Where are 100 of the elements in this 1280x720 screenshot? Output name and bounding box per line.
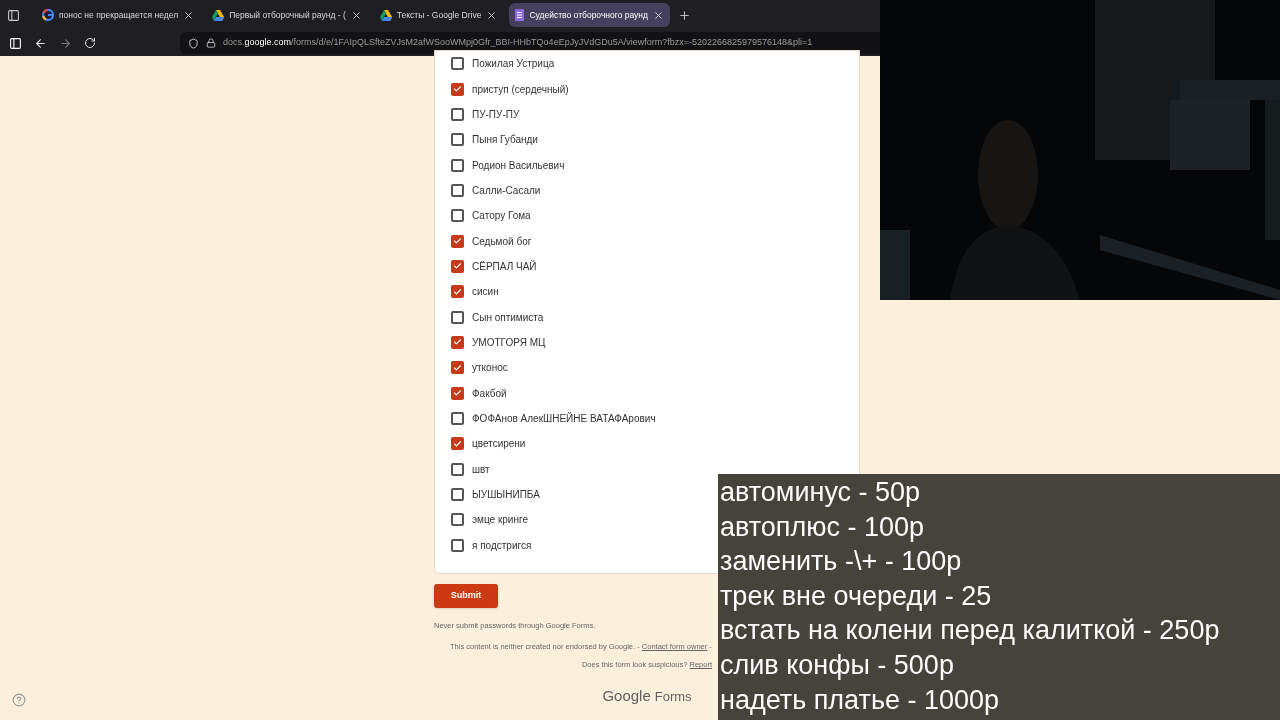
sidebar-icon[interactable]	[9, 36, 22, 50]
browser-tab[interactable]: Тексты - Google Drive	[373, 3, 504, 27]
price-item: автоминус - 50р	[720, 476, 922, 509]
checkbox-option[interactable]: ФОФАнов АлекШНЕЙНЕ ВАТАФАрович	[451, 405, 656, 432]
tab-title: Первый отборочный раунд - (	[229, 8, 346, 22]
checkbox[interactable]	[451, 285, 464, 299]
shield-icon[interactable]	[188, 37, 199, 49]
checkbox[interactable]	[451, 538, 464, 552]
option-label: Сатору Гома	[472, 209, 531, 224]
google-forms-logo: Google Forms	[602, 685, 692, 706]
option-label: утконос	[472, 361, 508, 376]
browser-tab[interactable]: Первый отборочный раунд - (	[206, 3, 368, 27]
checkbox-option[interactable]: утконос	[451, 355, 508, 381]
checkbox[interactable]	[451, 335, 464, 349]
checkbox[interactable]	[451, 158, 464, 172]
checkbox-option[interactable]: Сатору Гома	[451, 203, 531, 229]
tab-title: Судейство отборочного раунд	[529, 8, 649, 22]
option-label: Сын оптимиста	[472, 310, 544, 325]
checkbox[interactable]	[451, 259, 464, 273]
option-label: сисин	[472, 285, 499, 300]
checkbox[interactable]	[451, 183, 464, 197]
checkbox-option[interactable]: эмце кринге	[451, 507, 528, 533]
checkbox-option[interactable]: Салли-Сасали	[451, 177, 541, 204]
lock-icon[interactable]	[206, 38, 216, 48]
checkbox[interactable]	[451, 361, 464, 375]
checkbox-option[interactable]: УМОТГОРЯ МЦ	[451, 329, 546, 356]
checkbox[interactable]	[451, 488, 464, 501]
checkbox[interactable]	[451, 386, 464, 400]
checkbox-option[interactable]: Факбой	[451, 380, 507, 406]
option-label: Салли-Сасали	[472, 183, 541, 198]
check-icon	[453, 236, 462, 247]
price-item: надеть платье - 1000р	[720, 683, 1001, 717]
checkbox-option[interactable]: ЫУШЫНИПБА	[451, 481, 540, 508]
option-label: Пожилая Устрица	[472, 57, 555, 72]
price-item: автоплюс - 100р	[720, 510, 926, 544]
check-icon	[453, 261, 462, 272]
tab-title: Тексты - Google Drive	[396, 8, 482, 22]
forward-icon[interactable]	[59, 36, 72, 50]
option-label: швт	[472, 462, 490, 477]
check-icon	[453, 286, 462, 297]
checkbox[interactable]	[451, 513, 464, 527]
back-icon[interactable]	[34, 36, 47, 50]
option-label: УМОТГОРЯ МЦ	[472, 335, 546, 350]
option-label: Родион Васильевич	[472, 158, 565, 173]
browser-tab[interactable]: понос не прекращается недел	[36, 3, 201, 27]
triangle-logo-icon	[212, 9, 225, 21]
checkbox[interactable]	[451, 82, 464, 96]
option-label: СЁРПАЛ ЧАЙ	[472, 259, 537, 274]
new-tab-icon[interactable]	[678, 8, 692, 22]
option-label: приступ (сердечный)	[472, 82, 569, 97]
option-label: эмце кринге	[472, 513, 528, 528]
tab-list-icon[interactable]	[7, 8, 20, 22]
checkbox[interactable]	[451, 209, 464, 223]
close-icon[interactable]	[183, 9, 195, 21]
price-item: слив конфы - 500р	[720, 648, 955, 682]
checkbox-option[interactable]: цветсирени	[451, 431, 526, 457]
checkbox-option[interactable]: сисин	[451, 279, 499, 305]
checkbox-option[interactable]: Пыня Губанди	[451, 127, 538, 153]
option-label: я подстригся	[472, 538, 532, 553]
option-label: Факбой	[472, 386, 507, 401]
url-text: docs.google.com/forms/d/e/1FAIpQLSfteZVJsM2afWSooWMpj0Gfr_BBI-HHbTQo4eEpJyJVdGDu5A/viewform?fbzx=-5202266825979576148&pli=1	[223, 36, 813, 50]
checkbox-option[interactable]: ПУ-ПУ-ПУ	[451, 101, 520, 128]
reload-icon[interactable]	[84, 37, 96, 49]
close-icon[interactable]	[350, 9, 362, 21]
price-item: трек вне очереди - 25	[720, 579, 993, 613]
checkbox[interactable]	[451, 412, 464, 425]
checkbox-option[interactable]: Пожилая Устрица	[451, 51, 555, 77]
checkbox[interactable]	[451, 234, 464, 248]
checkbox[interactable]	[451, 107, 464, 121]
checkbox[interactable]	[451, 57, 464, 71]
close-icon[interactable]	[653, 9, 665, 21]
checkbox-option[interactable]: я подстригся	[451, 532, 532, 558]
price-item: встать на колени перед калиткой - 250р	[720, 614, 1221, 648]
check-icon	[453, 84, 462, 94]
checkbox[interactable]	[451, 133, 464, 147]
option-label: ЫУШЫНИПБА	[472, 488, 540, 502]
checkbox-option[interactable]: СЁРПАЛ ЧАЙ	[451, 253, 537, 280]
option-label: ФОФАнов АлекШНЕЙНЕ ВАТАФАрович	[472, 411, 656, 426]
browser-tab[interactable]: Судейство отборочного раунд	[509, 3, 671, 27]
check-icon	[453, 362, 462, 373]
checkbox-option[interactable]: приступ (сердечный)	[451, 76, 569, 102]
submit-button[interactable]: Submit	[434, 583, 498, 608]
check-icon	[453, 337, 462, 348]
checkbox-option[interactable]: Сын оптимиста	[451, 304, 544, 330]
close-icon[interactable]	[486, 9, 498, 21]
form-list-icon	[515, 9, 525, 21]
option-label: Седьмой бог	[472, 234, 532, 249]
google-icon	[42, 9, 54, 21]
check-icon	[453, 388, 462, 399]
price-item: заменить -\+ - 100р	[720, 545, 963, 579]
checkbox[interactable]	[451, 310, 464, 324]
checkbox-option[interactable]: Седьмой бог	[451, 228, 532, 254]
checkbox[interactable]	[451, 437, 464, 451]
checkbox-option[interactable]: швт	[451, 456, 490, 482]
triangle-logo-icon	[379, 9, 392, 21]
option-label: цветсирени	[472, 437, 526, 452]
check-icon	[453, 438, 462, 449]
checkbox[interactable]	[451, 462, 464, 476]
checkbox-option[interactable]: Родион Васильевич	[451, 152, 565, 178]
option-label: ПУ-ПУ-ПУ	[472, 107, 520, 122]
